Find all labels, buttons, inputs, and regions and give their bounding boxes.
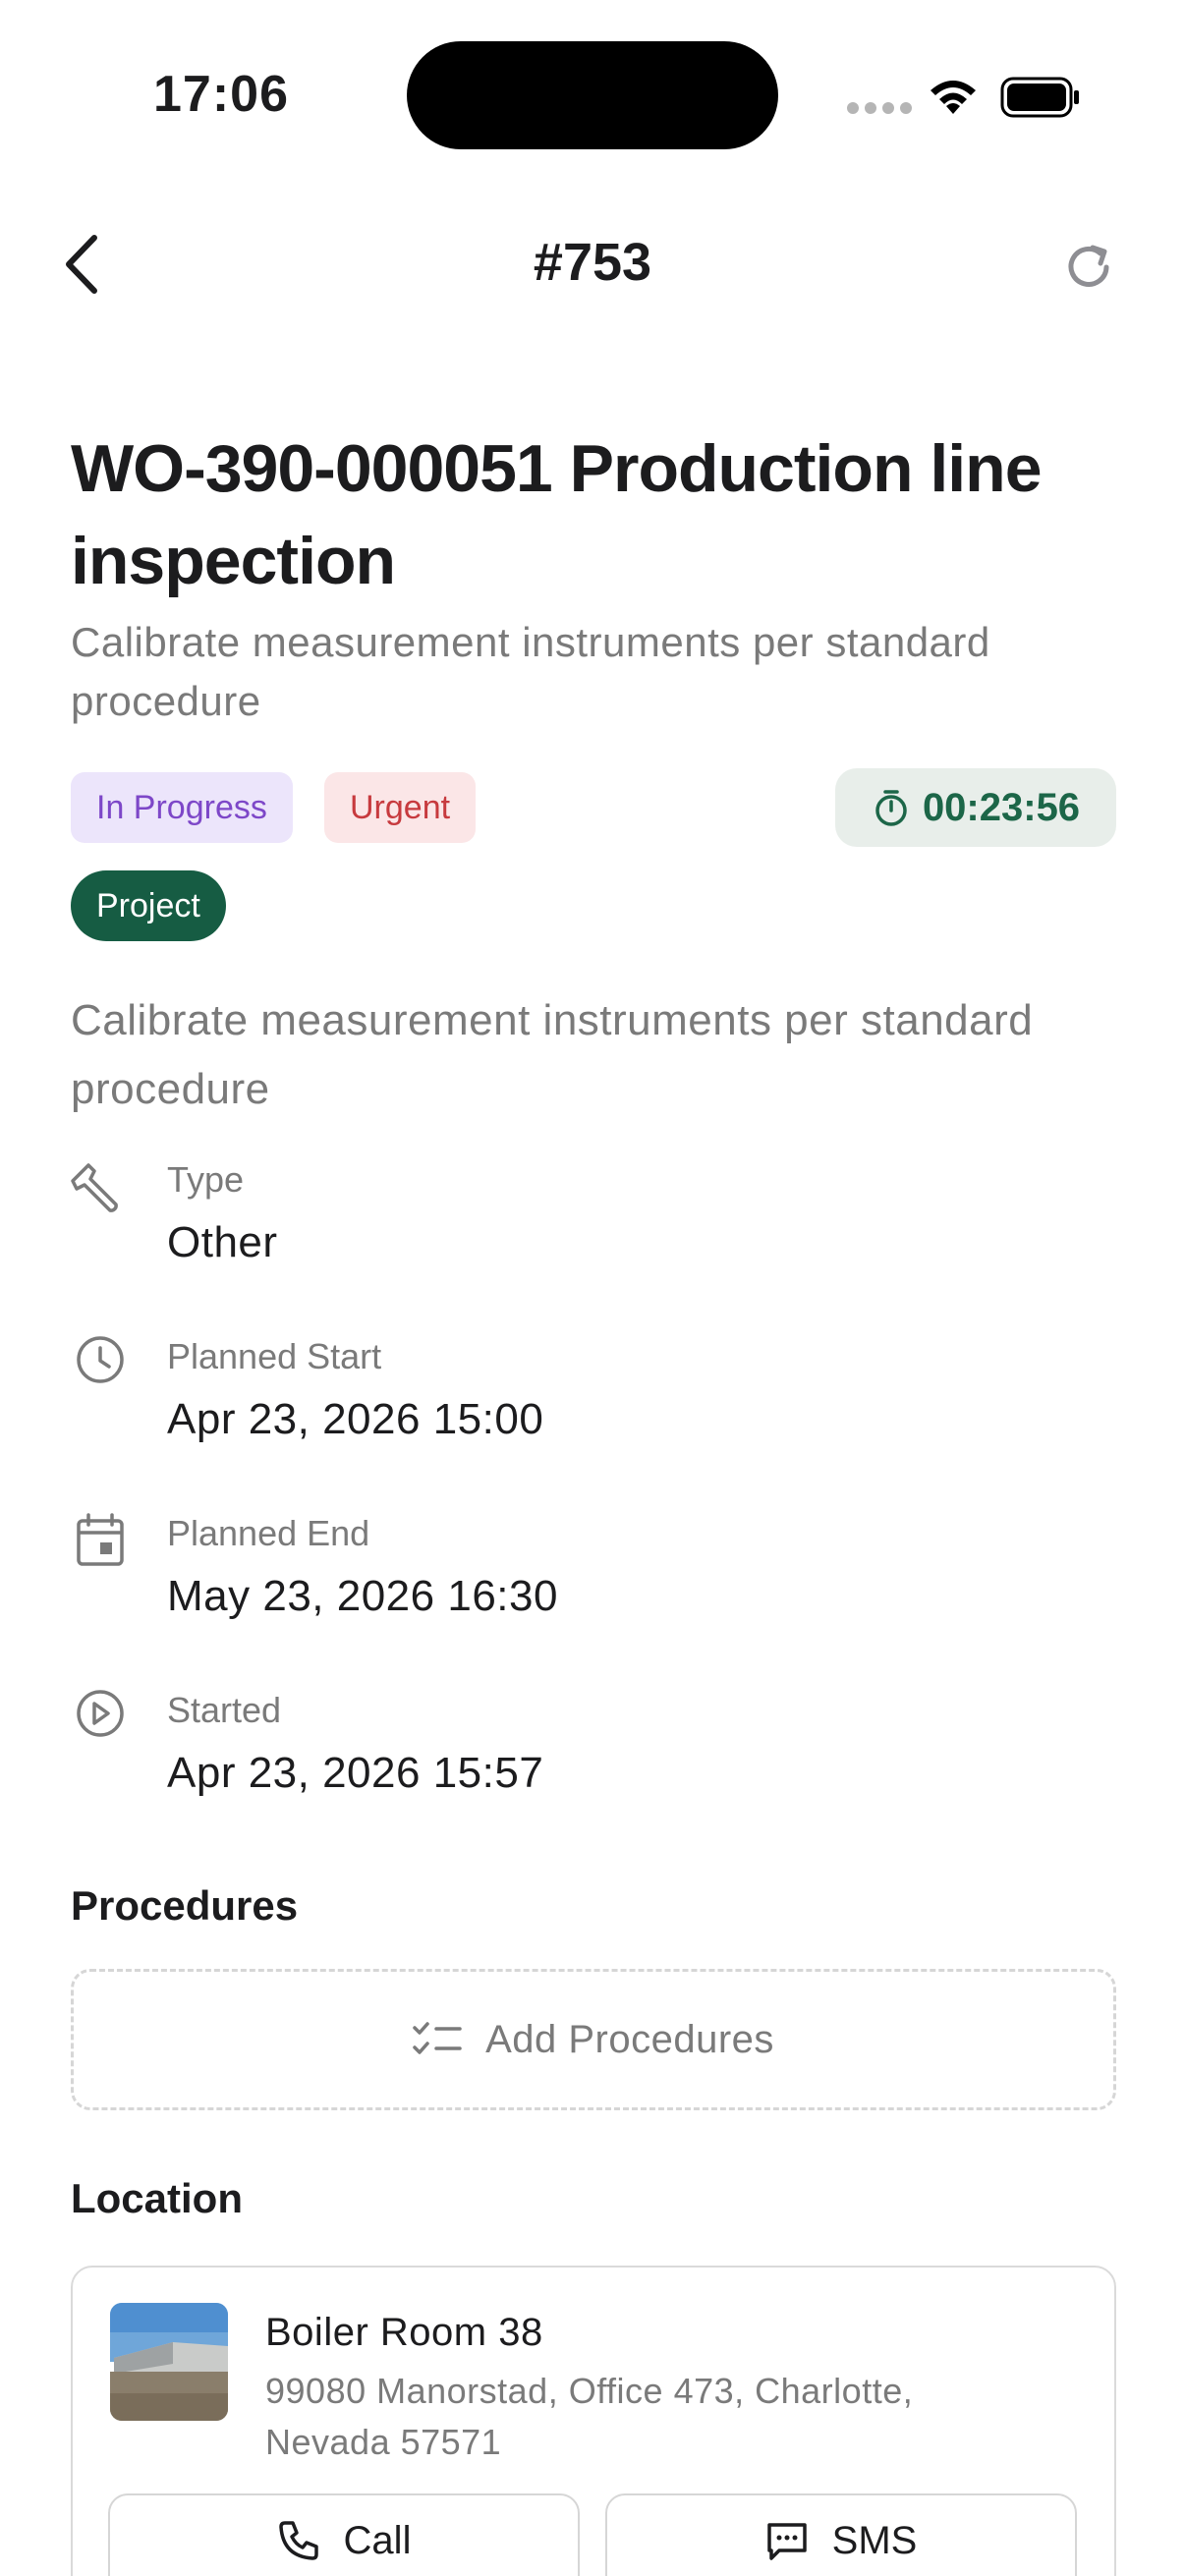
detail-planned-end: Planned End May 23, 2026 16:30 [71, 1513, 1112, 1641]
status-time: 17:06 [153, 66, 289, 123]
add-procedures-label: Add Procedures [485, 2017, 774, 2061]
refresh-icon[interactable] [1061, 240, 1116, 295]
work-order-title: WO-390-000051 Production line inspection [71, 431, 1043, 598]
phone-icon [278, 2521, 318, 2560]
detail-label: Type [167, 1159, 245, 1200]
status-badge[interactable]: In Progress [71, 772, 293, 843]
call-button-label: Call [343, 2518, 412, 2562]
timer-value: 00:23:56 [922, 785, 1081, 829]
detail-value: Apr 23, 2026 15:00 [167, 1395, 544, 1443]
add-procedures-button[interactable]: Add Procedures [71, 1969, 1116, 2110]
detail-started: Started Apr 23, 2026 15:57 [71, 1690, 1112, 1818]
detail-planned-start: Planned Start Apr 23, 2026 15:00 [71, 1336, 1112, 1464]
detail-value: Apr 23, 2026 15:57 [167, 1749, 544, 1797]
detail-label: Planned End [167, 1513, 370, 1553]
category-badge: Project [71, 870, 226, 941]
detail-value: May 23, 2026 16:30 [167, 1572, 558, 1620]
battery-icon [1000, 77, 1079, 118]
clock-icon [77, 1336, 124, 1383]
work-order-description: Calibrate measurement instruments per st… [71, 996, 1034, 1113]
location-photo [110, 2303, 228, 2421]
procedures-section-title: Procedures [71, 1882, 299, 1929]
work-timer[interactable]: 00:23:56 [835, 768, 1116, 847]
work-order-subtitle: Calibrate measurement instruments per st… [71, 619, 990, 724]
status-bar: 17:06 [0, 0, 1185, 196]
checklist-icon [413, 2022, 462, 2054]
detail-type: Type Other [71, 1159, 1112, 1287]
dynamic-island [407, 41, 778, 149]
play-circle-icon [77, 1690, 124, 1737]
location-section-title: Location [71, 2175, 243, 2221]
location-address: 99080 Manorstad, Office 473, Charlotte, … [265, 2371, 914, 2462]
detail-label: Started [167, 1690, 282, 1730]
detail-value: Other [167, 1218, 278, 1266]
wifi-icon [931, 81, 976, 114]
nav-title: #753 [533, 233, 652, 292]
calendar-icon [77, 1513, 124, 1566]
work-order-detail-screen: 17:06 #753 WO-390-000051 Production line… [0, 0, 1185, 2576]
wrench-icon [71, 1163, 118, 1212]
detail-label: Planned Start [167, 1336, 382, 1376]
message-icon [766, 2523, 807, 2560]
sms-button[interactable]: SMS [605, 2493, 1077, 2576]
call-button[interactable]: Call [108, 2493, 580, 2576]
cellular-signal-icon [847, 102, 912, 114]
sms-button-label: SMS [831, 2518, 918, 2562]
priority-badge[interactable]: Urgent [324, 772, 477, 843]
stopwatch-icon [875, 790, 907, 826]
location-name: Boiler Room 38 [265, 2311, 543, 2354]
